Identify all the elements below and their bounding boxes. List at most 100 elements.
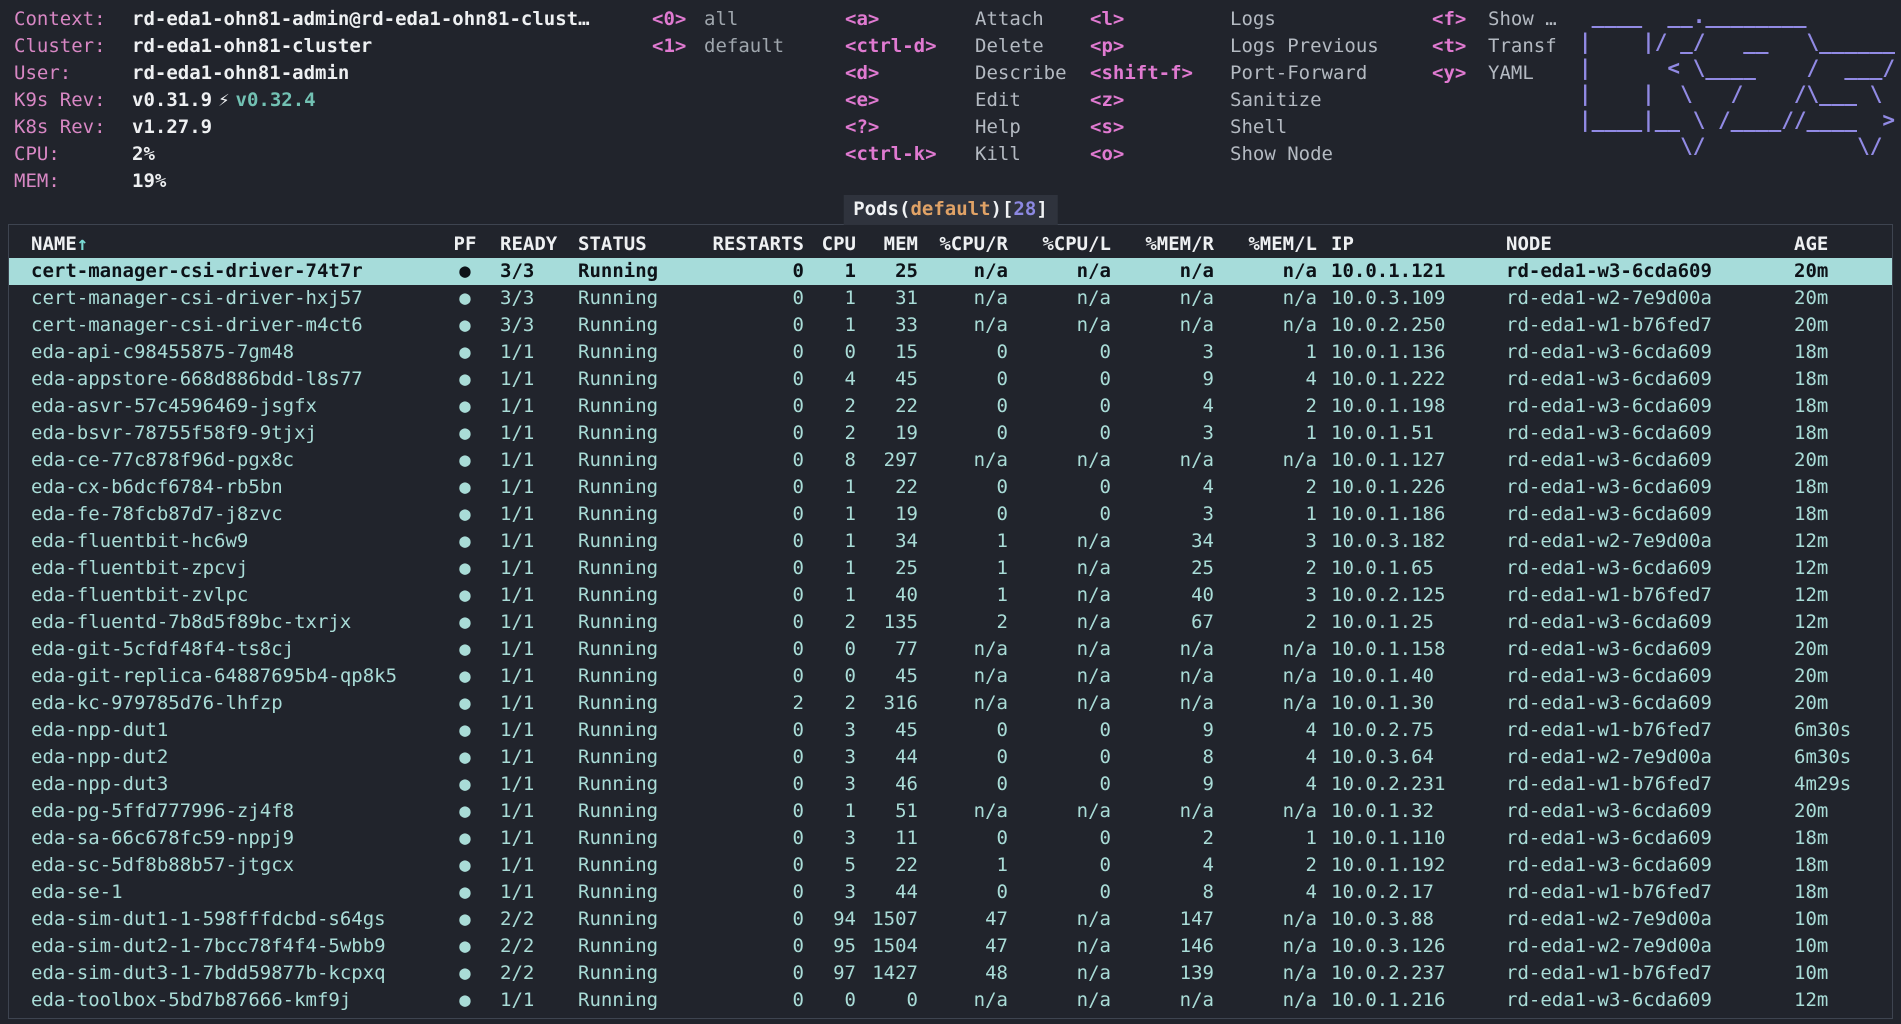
pod-cell: 20m	[1780, 447, 1892, 474]
action-hotkey[interactable]: <y>YAML	[1432, 60, 1557, 87]
pod-cell: rd-eda1-w3-6cda609	[1492, 474, 1780, 501]
pod-row[interactable]: eda-sc-5df8b88b57-jtgcx●1/1Running052210…	[9, 852, 1892, 879]
pod-cell: eda-fluentbit-zvlpc	[9, 582, 444, 609]
pf-dot-icon: ●	[444, 636, 486, 663]
action-hotkey[interactable]: <?>Help	[845, 114, 1067, 141]
pod-cell: 10.0.2.237	[1317, 960, 1492, 987]
pod-row[interactable]: eda-fluentbit-zpcvj●1/1Running01251n/a25…	[9, 555, 1892, 582]
pod-row[interactable]: eda-git-5cfdf48f4-ts8cj●1/1Running0077n/…	[9, 636, 1892, 663]
pod-row[interactable]: eda-fluentbit-hc6w9●1/1Running01341n/a34…	[9, 528, 1892, 555]
action-hotkey[interactable]: <ctrl-k>Kill	[845, 141, 1067, 168]
pod-row[interactable]: eda-git-replica-64887695b4-qp8k5●1/1Runn…	[9, 663, 1892, 690]
pod-row[interactable]: cert-manager-csi-driver-m4ct6●3/3Running…	[9, 312, 1892, 339]
pod-row[interactable]: eda-npp-dut1●1/1Running0345009410.0.2.75…	[9, 717, 1892, 744]
pod-cell: 22	[856, 474, 918, 501]
action-hotkey[interactable]: <d>Describe	[845, 60, 1067, 87]
pod-row[interactable]: eda-bsvr-78755f58f9-9tjxj●1/1Running0219…	[9, 420, 1892, 447]
pod-cell: 0	[918, 420, 1008, 447]
pod-row[interactable]: eda-fluentd-7b8d5f89bc-txrjx●1/1Running0…	[9, 609, 1892, 636]
action-hotkey[interactable]: <l>Logs	[1090, 6, 1379, 33]
pod-cell: 10.0.1.51	[1317, 420, 1492, 447]
pod-row[interactable]: eda-fe-78fcb87d7-j8zvc●1/1Running0119003…	[9, 501, 1892, 528]
pod-cell: 3	[804, 717, 856, 744]
pod-cell: 20m	[1780, 663, 1892, 690]
namespace-hotkey[interactable]: <0>all	[652, 6, 784, 33]
pod-cell: rd-eda1-w3-6cda609	[1492, 690, 1780, 717]
action-hotkey[interactable]: <s>Shell	[1090, 114, 1379, 141]
info-label: Cluster:	[14, 33, 132, 60]
pod-row[interactable]: eda-kc-979785d76-lhfzp●1/1Running22316n/…	[9, 690, 1892, 717]
pf-dot-icon: ●	[444, 555, 486, 582]
pod-cell: 1	[1214, 501, 1317, 528]
pod-row[interactable]: eda-sim-dut3-1-7bdd59877b-kcpxq●2/2Runni…	[9, 960, 1892, 987]
pod-cell: eda-bsvr-78755f58f9-9tjxj	[9, 420, 444, 447]
action-hotkey[interactable]: <e>Edit	[845, 87, 1067, 114]
info-label: CPU:	[14, 141, 132, 168]
pod-cell: n/a	[1008, 555, 1111, 582]
pod-cell: 4	[1111, 393, 1214, 420]
pf-dot-icon: ●	[444, 663, 486, 690]
column-header-ip: IP	[1317, 231, 1492, 258]
pod-cell: 47	[918, 906, 1008, 933]
pod-cell: Running	[564, 528, 699, 555]
action-hotkey[interactable]: <ctrl-d>Delete	[845, 33, 1067, 60]
namespace-hotkey[interactable]: <1>default	[652, 33, 784, 60]
pod-cell: n/a	[1214, 690, 1317, 717]
pod-row[interactable]: eda-sim-dut1-1-598fffdcbd-s64gs●2/2Runni…	[9, 906, 1892, 933]
pod-cell: 6m30s	[1780, 717, 1892, 744]
pod-cell: n/a	[1111, 258, 1214, 285]
pod-cell: 0	[699, 420, 804, 447]
pod-row[interactable]: eda-fluentbit-zvlpc●1/1Running01401n/a40…	[9, 582, 1892, 609]
pod-row[interactable]: eda-asvr-57c4596469-jsgfx●1/1Running0222…	[9, 393, 1892, 420]
pod-cell: 77	[856, 636, 918, 663]
pod-cell: 0	[918, 393, 1008, 420]
column-header-cpu: CPU	[804, 231, 856, 258]
pod-cell: rd-eda1-w1-b76fed7	[1492, 717, 1780, 744]
pod-cell: Running	[564, 798, 699, 825]
pod-cell: 4	[804, 366, 856, 393]
column-header-restarts: RESTARTS	[699, 231, 804, 258]
pod-row[interactable]: eda-toolbox-5bd7b87666-kmf9j●1/1Running0…	[9, 987, 1892, 1014]
action-hotkey[interactable]: <z>Sanitize	[1090, 87, 1379, 114]
action-hotkey[interactable]: <p>Logs Previous	[1090, 33, 1379, 60]
title-close-open: )[	[991, 198, 1014, 220]
pod-cell: 3	[1214, 528, 1317, 555]
pod-cell: 18m	[1780, 474, 1892, 501]
hotkey-action: default	[704, 35, 784, 57]
pod-cell: 10.0.1.222	[1317, 366, 1492, 393]
column-header-label: RESTARTS	[712, 233, 804, 255]
action-hotkey[interactable]: <o>Show Node	[1090, 141, 1379, 168]
pod-cell: 0	[918, 717, 1008, 744]
action-hotkey[interactable]: <a>Attach	[845, 6, 1067, 33]
pod-cell: Running	[564, 555, 699, 582]
action-hotkey[interactable]: <t>Transf	[1432, 33, 1557, 60]
pod-row[interactable]: cert-manager-csi-driver-74t7r●3/3Running…	[9, 258, 1892, 285]
pod-cell: 1	[918, 852, 1008, 879]
pod-row[interactable]: eda-npp-dut3●1/1Running0346009410.0.2.23…	[9, 771, 1892, 798]
pod-cell: n/a	[1214, 663, 1317, 690]
action-hotkey[interactable]: <f>Show …	[1432, 6, 1557, 33]
pod-row[interactable]: eda-cx-b6dcf6784-rb5bn●1/1Running0122004…	[9, 474, 1892, 501]
hotkey-key: <p>	[1090, 33, 1230, 60]
pod-cell: 0	[918, 366, 1008, 393]
action-hotkeys-col2: <l>Logs<p>Logs Previous<shift-f>Port-For…	[1090, 6, 1379, 168]
action-hotkey[interactable]: <shift-f>Port-Forward	[1090, 60, 1379, 87]
pod-row[interactable]: eda-sa-66c678fc59-nppj9●1/1Running031100…	[9, 825, 1892, 852]
pod-row[interactable]: eda-ce-77c878f96d-pgx8c●1/1Running08297n…	[9, 447, 1892, 474]
pod-row[interactable]: eda-appstore-668d886bdd-l8s77●1/1Running…	[9, 366, 1892, 393]
pod-cell: 1/1	[486, 798, 564, 825]
pod-row[interactable]: eda-pg-5ffd777996-zj4f8●1/1Running0151n/…	[9, 798, 1892, 825]
pod-row[interactable]: cert-manager-csi-driver-hxj57●3/3Running…	[9, 285, 1892, 312]
pod-cell: 0	[918, 474, 1008, 501]
column-header-cpul: %CPU/L	[1008, 231, 1111, 258]
pod-row[interactable]: eda-sim-dut2-1-7bcc78f4f4-5wbb9●2/2Runni…	[9, 933, 1892, 960]
pod-cell: 1/1	[486, 852, 564, 879]
pod-row[interactable]: eda-api-c98455875-7gm48●1/1Running001500…	[9, 339, 1892, 366]
pod-row[interactable]: eda-se-1●1/1Running0344008410.0.2.17rd-e…	[9, 879, 1892, 906]
info-label: User:	[14, 60, 132, 87]
pod-cell: 1/1	[486, 366, 564, 393]
pod-cell: 1/1	[486, 528, 564, 555]
hotkey-key: <s>	[1090, 114, 1230, 141]
pod-row[interactable]: eda-npp-dut2●1/1Running0344008410.0.3.64…	[9, 744, 1892, 771]
pod-cell: 10.0.1.216	[1317, 987, 1492, 1014]
